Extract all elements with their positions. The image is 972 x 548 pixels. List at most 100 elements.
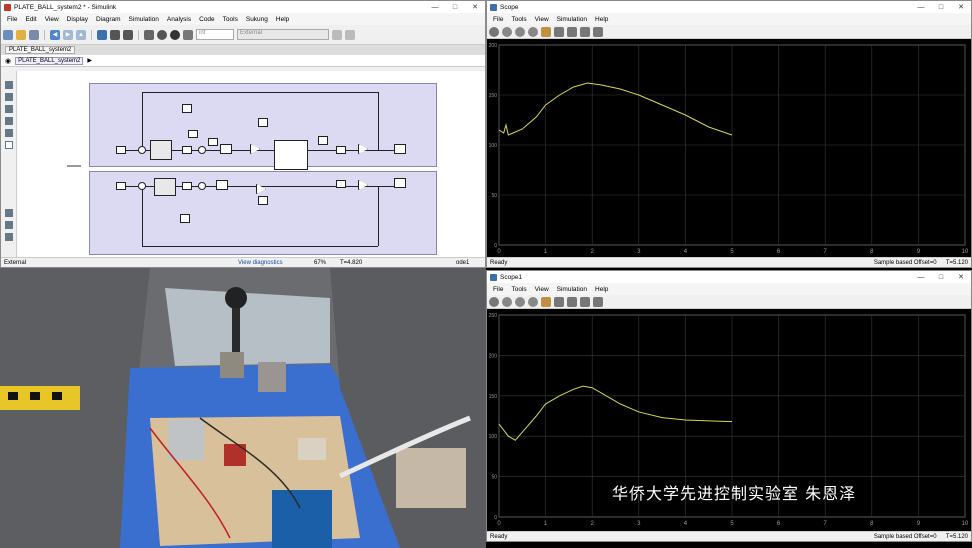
scope-block[interactable] — [180, 214, 190, 223]
stop-icon[interactable] — [528, 296, 538, 307]
mux-block[interactable] — [336, 180, 346, 188]
run-icon[interactable] — [157, 29, 167, 40]
run-icon[interactable] — [502, 296, 512, 307]
menu-code[interactable]: Code — [195, 16, 219, 23]
menu-diagram[interactable]: Diagram — [92, 16, 125, 23]
transfer-block[interactable] — [216, 180, 228, 190]
autoscale-icon[interactable] — [567, 26, 577, 37]
gain-block[interactable] — [188, 130, 198, 138]
menu-help[interactable]: Help — [591, 16, 612, 23]
mode-select[interactable]: External — [237, 29, 329, 40]
controller-block[interactable] — [150, 140, 172, 160]
mux-block[interactable] — [336, 146, 346, 154]
close-icon[interactable]: ✕ — [951, 273, 971, 281]
saturation-block[interactable] — [182, 146, 192, 154]
forward-icon[interactable]: ▶ — [63, 29, 73, 40]
menu-file[interactable]: File — [3, 16, 21, 23]
menu-file[interactable]: File — [489, 16, 507, 23]
minimize-icon[interactable]: — — [911, 274, 931, 281]
menu-view[interactable]: View — [41, 16, 63, 23]
menu-tools[interactable]: Tools — [507, 16, 530, 23]
save-icon[interactable] — [29, 29, 39, 40]
cursor-icon[interactable] — [580, 26, 590, 37]
menu-sukung[interactable]: Sukung — [242, 16, 272, 23]
update-icon[interactable] — [332, 29, 342, 40]
minimize-icon[interactable]: — — [425, 4, 445, 11]
amplifier-block[interactable] — [250, 144, 260, 154]
measurements-icon[interactable] — [593, 296, 603, 307]
hide-explorer-icon[interactable]: ◉ — [5, 57, 11, 65]
scope1-plot[interactable]: 0 1 2 3 4 5 6 7 8 9 10050100150200 — [487, 39, 971, 259]
menu-tools[interactable]: Tools — [507, 286, 530, 293]
close-icon[interactable]: ✕ — [465, 3, 485, 11]
close-icon[interactable]: ✕ — [951, 3, 971, 11]
arrow-icon[interactable] — [5, 105, 13, 113]
scope-block[interactable] — [258, 196, 268, 205]
menu-simulation[interactable]: Simulation — [553, 286, 591, 293]
sum-block[interactable] — [198, 182, 206, 190]
stop-time-field[interactable]: inf — [196, 29, 234, 40]
menu-simulation[interactable]: Simulation — [125, 16, 163, 23]
stop-icon[interactable] — [170, 29, 180, 40]
model-canvas[interactable] — [17, 71, 485, 257]
menu-help[interactable]: Help — [591, 286, 612, 293]
menu-analysis[interactable]: Analysis — [163, 16, 195, 23]
menu-display[interactable]: Display — [63, 16, 92, 23]
property-icon[interactable] — [5, 233, 13, 241]
area-icon[interactable] — [5, 141, 13, 149]
output-block[interactable] — [394, 144, 406, 154]
up-icon[interactable]: ▲ — [76, 29, 86, 40]
step-icon[interactable] — [515, 296, 525, 307]
run-icon[interactable] — [502, 26, 512, 37]
sum-block[interactable] — [138, 146, 146, 154]
connect-icon[interactable] — [144, 29, 154, 40]
image-icon[interactable] — [5, 129, 13, 137]
input-block[interactable] — [116, 182, 126, 190]
scope-block[interactable] — [258, 118, 268, 127]
measurements-icon[interactable] — [593, 26, 603, 37]
menu-view[interactable]: View — [531, 16, 553, 23]
amplifier-block[interactable] — [358, 180, 368, 190]
step-icon[interactable] — [515, 26, 525, 37]
output-block[interactable] — [394, 178, 406, 188]
data-inspector-icon[interactable] — [183, 29, 193, 40]
stop-icon[interactable] — [528, 26, 538, 37]
controller-block[interactable] — [154, 178, 176, 196]
sum-block[interactable] — [138, 182, 146, 190]
cursor-icon[interactable] — [580, 296, 590, 307]
model-config-icon[interactable] — [110, 29, 120, 40]
open-icon[interactable] — [16, 29, 26, 40]
model-explorer-icon[interactable] — [123, 29, 133, 40]
view-diagnostics-link[interactable]: View diagnostics — [238, 260, 314, 266]
zoom-in-icon[interactable] — [5, 93, 13, 101]
scope-block[interactable] — [318, 136, 328, 145]
scope-block[interactable] — [182, 104, 192, 113]
model-browser-icon[interactable] — [5, 221, 13, 229]
maximize-icon[interactable]: □ — [931, 4, 951, 11]
minimize-icon[interactable]: — — [911, 4, 931, 11]
back-icon[interactable]: ◀ — [50, 29, 60, 40]
settings-icon[interactable] — [489, 296, 499, 307]
library-browser-icon[interactable] — [97, 29, 107, 40]
highlight-icon[interactable] — [541, 296, 551, 307]
menu-simulation[interactable]: Simulation — [553, 16, 591, 23]
subsystem-area-y[interactable] — [89, 171, 437, 255]
settings-icon[interactable] — [489, 26, 499, 37]
input-block[interactable] — [116, 146, 126, 154]
new-model-icon[interactable] — [3, 29, 13, 40]
zoom-fit-icon[interactable] — [5, 81, 13, 89]
explorer-bar-icon[interactable] — [5, 209, 13, 217]
grid-icon[interactable] — [345, 29, 355, 40]
menu-tools[interactable]: Tools — [219, 16, 242, 23]
saturation-block[interactable] — [182, 182, 192, 190]
menu-edit[interactable]: Edit — [21, 16, 40, 23]
sum-block[interactable] — [198, 146, 206, 154]
maximize-icon[interactable]: □ — [445, 4, 465, 11]
autoscale-icon[interactable] — [567, 296, 577, 307]
subsystem-area-x[interactable] — [89, 83, 437, 170]
annotation-icon[interactable] — [5, 117, 13, 125]
gain-block[interactable] — [208, 138, 218, 146]
model-tab[interactable]: PLATE_BALL_system2 — [5, 46, 76, 54]
menu-view[interactable]: View — [531, 286, 553, 293]
zoom-icon[interactable] — [554, 26, 564, 37]
